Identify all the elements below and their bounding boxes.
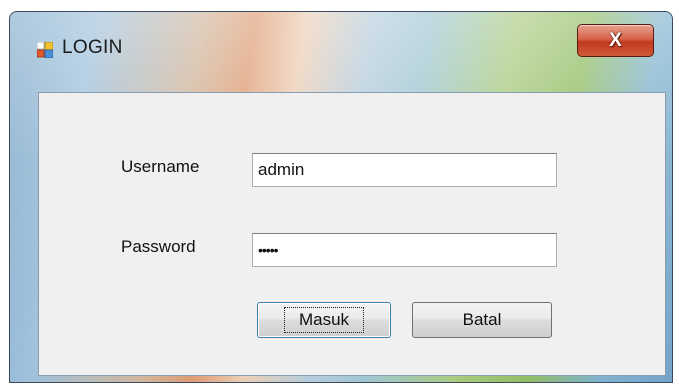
password-input[interactable]: ••••• bbox=[252, 233, 557, 267]
window-title: LOGIN bbox=[62, 37, 123, 58]
username-input[interactable]: admin bbox=[252, 153, 557, 187]
close-icon: X bbox=[609, 29, 622, 51]
cancel-button[interactable]: Batal bbox=[412, 302, 552, 338]
login-window: LOGIN X Username admin Password ••••• Ma… bbox=[9, 11, 673, 383]
app-icon bbox=[37, 42, 53, 58]
submit-button-label: Masuk bbox=[283, 307, 365, 333]
close-button[interactable]: X bbox=[577, 24, 654, 57]
password-label: Password bbox=[121, 237, 196, 256]
submit-button[interactable]: Masuk bbox=[257, 302, 391, 338]
username-label: Username bbox=[121, 157, 200, 176]
dialog-body: Username admin Password ••••• Masuk Bata… bbox=[38, 92, 666, 376]
title-bar[interactable]: LOGIN X bbox=[10, 12, 672, 72]
cancel-button-label: Batal bbox=[462, 310, 502, 329]
